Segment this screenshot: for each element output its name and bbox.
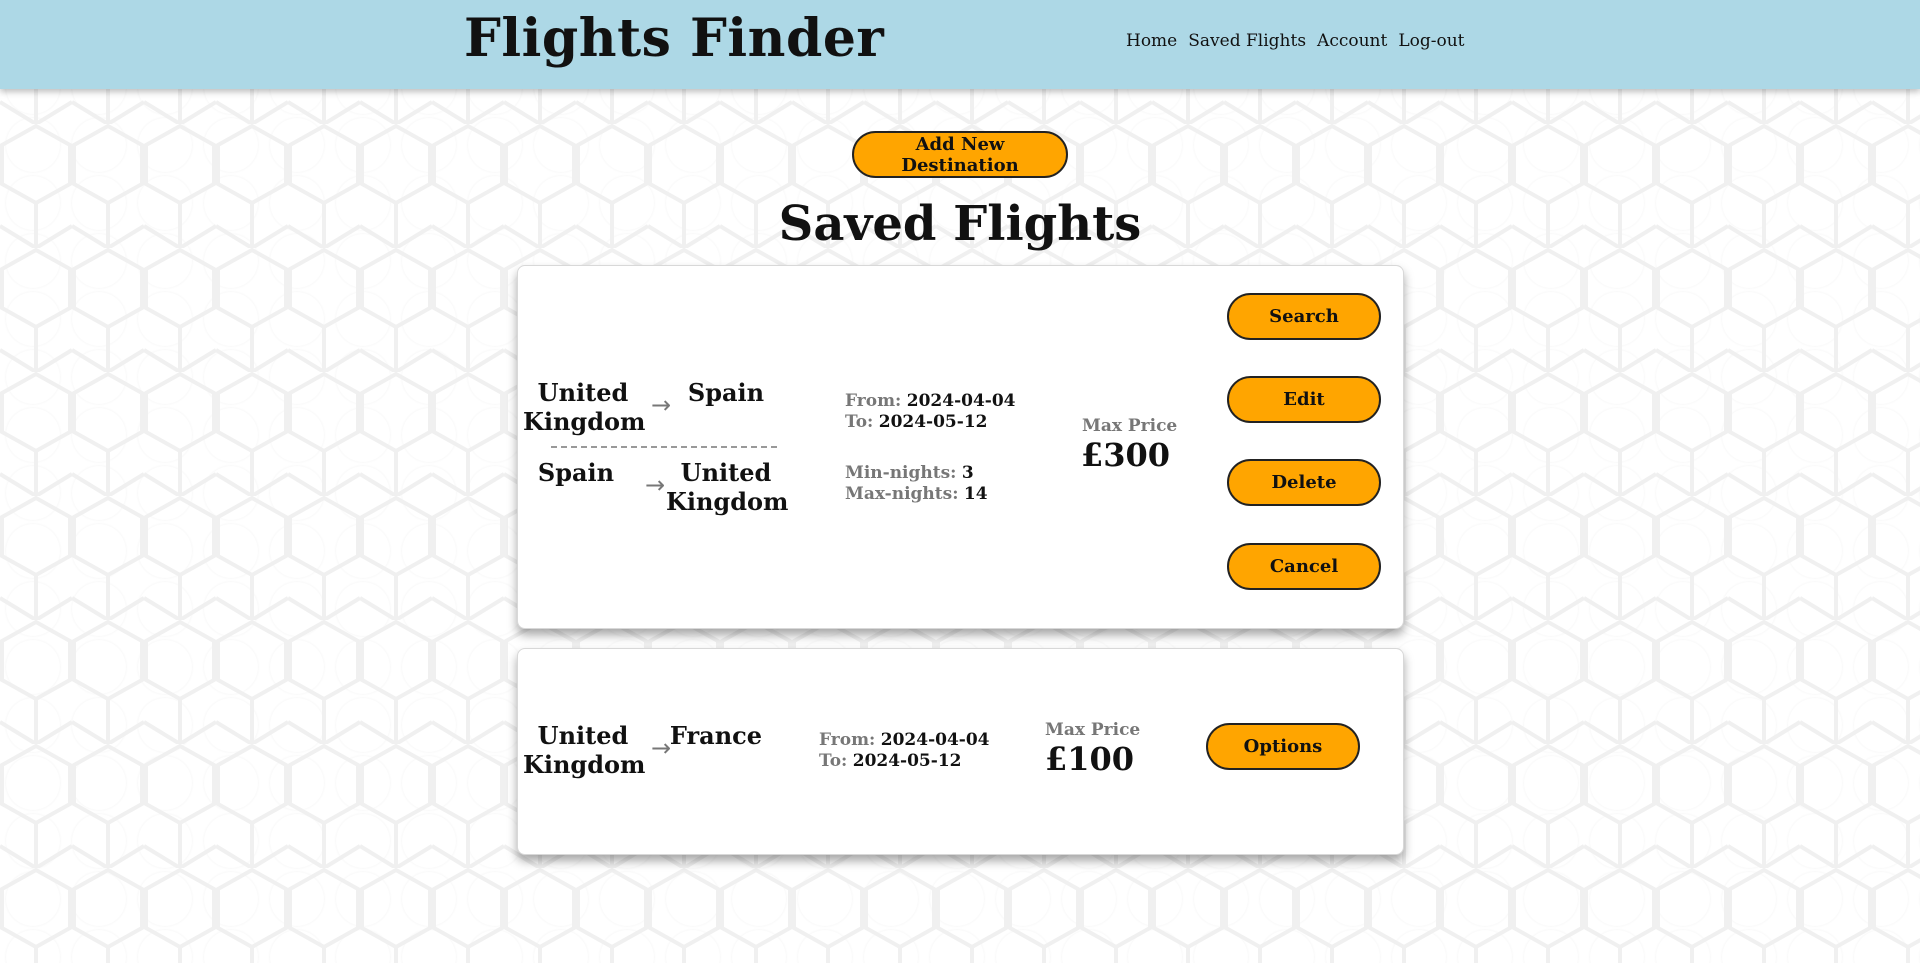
date-range: From: 2024-04-04 To: 2024-05-12 (819, 730, 990, 772)
to-label: To: (819, 751, 848, 771)
from-label: From: (845, 391, 902, 411)
min-nights-label: Min-nights: (845, 463, 957, 483)
arrow-right-icon: → (645, 471, 666, 499)
outbound-origin: United Kingdom (523, 378, 646, 436)
search-button[interactable]: Search (1227, 293, 1381, 340)
from-date: 2024-04-04 (880, 730, 990, 750)
return-origin: Spain (537, 458, 615, 487)
min-nights-value: 3 (961, 463, 974, 483)
outbound-origin: United Kingdom (523, 721, 646, 779)
nav-saved-flights-link[interactable]: Saved Flights (1188, 31, 1306, 51)
max-price-label: Max Price (1045, 720, 1141, 740)
date-range: From: 2024-04-04 To: 2024-05-12 (845, 391, 1016, 433)
max-price-value: £100 (1045, 740, 1135, 778)
brand-title: Flights Finder (464, 8, 885, 69)
max-price-value: £300 (1081, 436, 1171, 474)
outbound-destination: Spain (687, 378, 765, 407)
return-destination: United Kingdom (666, 458, 789, 516)
saved-flight-card: United Kingdom → France From: 2024-04-04… (517, 648, 1404, 855)
nav-home-link[interactable]: Home (1126, 31, 1177, 51)
delete-button[interactable]: Delete (1227, 459, 1381, 506)
add-new-destination-button[interactable]: Add New Destination (852, 131, 1068, 178)
edit-button[interactable]: Edit (1227, 376, 1381, 423)
nav-account-link[interactable]: Account (1317, 31, 1387, 51)
max-price-label: Max Price (1082, 416, 1178, 436)
route-divider (551, 446, 777, 448)
outbound-destination: France (669, 721, 763, 750)
to-date: 2024-05-12 (878, 412, 988, 432)
from-date: 2024-04-04 (906, 391, 1016, 411)
nav-logout-link[interactable]: Log-out (1398, 31, 1464, 51)
to-date: 2024-05-12 (852, 751, 962, 771)
page-title: Saved Flights (778, 196, 1142, 252)
options-button[interactable]: Options (1206, 723, 1360, 770)
top-header: Flights Finder Home Saved Flights Accoun… (0, 0, 1920, 89)
from-label: From: (819, 730, 876, 750)
nights-range: Min-nights: 3 Max-nights: 14 (845, 463, 988, 505)
max-nights-value: 14 (963, 484, 988, 504)
max-nights-label: Max-nights: (845, 484, 959, 504)
to-label: To: (845, 412, 874, 432)
saved-flight-card: United Kingdom → Spain Spain → United Ki… (517, 265, 1404, 629)
cancel-button[interactable]: Cancel (1227, 543, 1381, 590)
main-nav: Home Saved Flights Account Log-out (1126, 31, 1465, 51)
